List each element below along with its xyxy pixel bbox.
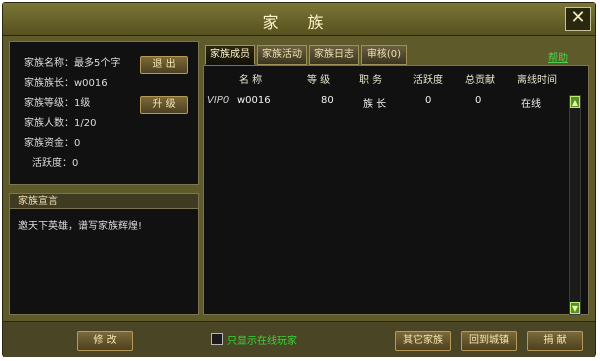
member-level: 80 bbox=[321, 95, 334, 106]
scroll-up-icon[interactable]: ▲ bbox=[570, 96, 580, 108]
declaration-text[interactable]: 邀天下英雄，谱写家族辉煌! bbox=[9, 209, 199, 315]
table-header: 名 称 等 级 职 务 活跃度 总贡献 离线时间 bbox=[203, 69, 589, 86]
tab-review[interactable]: 审核(0) bbox=[361, 45, 407, 65]
modify-button[interactable]: 修 改 bbox=[77, 331, 133, 351]
col-offline: 离线时间 bbox=[517, 75, 557, 86]
tab-activities[interactable]: 家族活动 bbox=[257, 45, 307, 65]
family-leader: 家族族长：w0016 bbox=[24, 78, 108, 89]
member-offline-time: 在线 bbox=[521, 99, 541, 110]
family-name: 家族名称：最多5个字 bbox=[24, 58, 121, 69]
col-level: 等 级 bbox=[307, 75, 331, 86]
upgrade-button[interactable]: 升 级 bbox=[140, 96, 188, 114]
family-members: 家族人数：1/20 bbox=[24, 118, 97, 129]
member-name: w0016 bbox=[237, 95, 271, 106]
declaration-header: 家族宣言 bbox=[9, 193, 199, 209]
other-families-button[interactable]: 其它家族 bbox=[395, 331, 451, 351]
member-role: 族 长 bbox=[363, 99, 387, 110]
family-funds: 家族资金：0 bbox=[24, 138, 81, 149]
col-activity: 活跃度 bbox=[413, 75, 443, 86]
window-title: 家 族 bbox=[262, 13, 336, 32]
tab-logs[interactable]: 家族日志 bbox=[309, 45, 359, 65]
donate-button[interactable]: 捐 献 bbox=[527, 331, 583, 351]
family-activity: 活跃度：0 bbox=[32, 158, 79, 169]
family-level: 家族等级：1级 bbox=[24, 98, 91, 109]
col-role: 职 务 bbox=[359, 75, 383, 86]
family-info-panel: 家族名称：最多5个字 家族族长：w0016 家族等级：1级 家族人数：1/20 … bbox=[9, 41, 199, 185]
close-icon[interactable]: ✕ bbox=[565, 7, 591, 31]
col-name: 名 称 bbox=[239, 75, 263, 86]
help-link[interactable]: 帮助 bbox=[548, 49, 568, 64]
online-only-checkbox[interactable] bbox=[211, 333, 223, 345]
title-bar: 家 族 ✕ bbox=[3, 3, 595, 36]
vip-level: VIP0 bbox=[207, 95, 230, 106]
return-to-town-button[interactable]: 回到城镇 bbox=[461, 331, 517, 351]
online-only-label: 只显示在线玩家 bbox=[227, 336, 297, 347]
family-window: 家 族 ✕ 家族名称：最多5个字 家族族长：w0016 家族等级：1级 家族人数… bbox=[2, 2, 596, 357]
col-contribution: 总贡献 bbox=[465, 75, 495, 86]
member-contribution: 0 bbox=[475, 95, 482, 106]
table-row[interactable]: VIP0 w0016 80 族 长 0 0 在线 bbox=[203, 95, 569, 113]
quit-button[interactable]: 退 出 bbox=[140, 56, 188, 74]
tab-members[interactable]: 家族成员 bbox=[205, 45, 255, 65]
scroll-down-icon[interactable]: ▼ bbox=[570, 302, 580, 314]
member-scrollbar[interactable]: ▲ ▼ bbox=[569, 95, 581, 315]
member-activity: 0 bbox=[425, 95, 432, 106]
